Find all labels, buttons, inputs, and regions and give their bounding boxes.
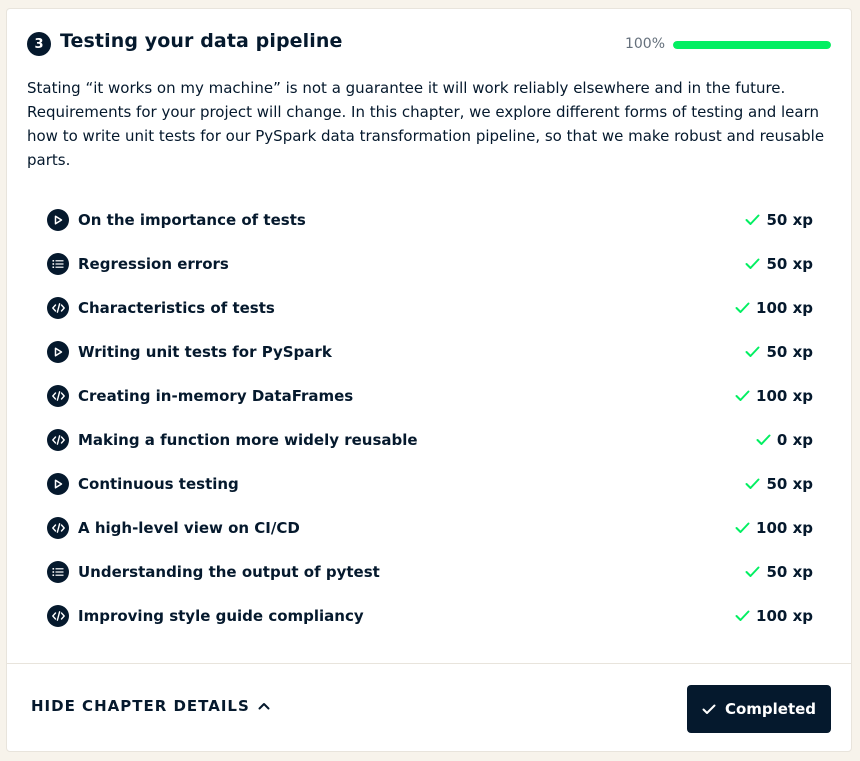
code-icon <box>47 605 69 627</box>
xp-value: 0 xp <box>776 431 813 449</box>
exercise-title: Continuous testing <box>78 475 239 493</box>
chevron-up-icon <box>258 702 270 710</box>
xp-value: 100 xp <box>756 519 813 537</box>
check-icon <box>745 566 760 578</box>
exercise-title: Improving style guide compliancy <box>78 607 364 625</box>
exercise-xp: 0 xp <box>756 418 813 462</box>
check-icon <box>735 390 750 402</box>
exercise-xp: 100 xp <box>735 374 813 418</box>
exercise-xp: 50 xp <box>745 198 813 242</box>
exercise-xp: 100 xp <box>735 594 813 638</box>
progress-percent: 100% <box>624 36 665 52</box>
exercise-xp: 100 xp <box>735 506 813 550</box>
xp-value: 100 xp <box>756 299 813 317</box>
exercise-title: Regression errors <box>78 255 229 273</box>
chapter-description: Stating “it works on my machine” is not … <box>27 79 825 169</box>
check-icon <box>735 610 750 622</box>
chapter-header: 3 Testing your data pipeline 100% <box>27 29 831 59</box>
check-icon <box>745 346 760 358</box>
chapter-card: 3 Testing your data pipeline 100% Statin… <box>6 8 852 752</box>
exercise-title: Characteristics of tests <box>78 299 275 317</box>
exercise-xp: 50 xp <box>745 242 813 286</box>
exercise-item[interactable]: Making a function more widely reusable 0 … <box>47 418 813 462</box>
play-icon <box>47 209 69 231</box>
exercise-item[interactable]: Continuous testing 50 xp <box>47 462 813 506</box>
hide-chapter-details-label: HIDE CHAPTER DETAILS <box>31 697 250 715</box>
check-icon <box>745 214 760 226</box>
check-icon <box>735 302 750 314</box>
exercise-item[interactable]: Creating in-memory DataFrames 100 xp <box>47 374 813 418</box>
exercise-item[interactable]: A high-level view on CI/CD 100 xp <box>47 506 813 550</box>
play-icon <box>47 341 69 363</box>
xp-value: 50 xp <box>766 343 813 361</box>
completed-button[interactable]: Completed <box>687 685 831 733</box>
xp-value: 50 xp <box>766 563 813 581</box>
exercise-item[interactable]: Improving style guide compliancy 100 xp <box>47 594 813 638</box>
code-icon <box>47 297 69 319</box>
progress-bar <box>673 41 831 49</box>
xp-value: 50 xp <box>766 255 813 273</box>
check-icon <box>745 478 760 490</box>
exercise-item[interactable]: Understanding the output of pytest 50 xp <box>47 550 813 594</box>
exercise-xp: 50 xp <box>745 550 813 594</box>
chapter-title: Testing your data pipeline <box>60 30 343 52</box>
exercise-title: Writing unit tests for PySpark <box>78 343 332 361</box>
xp-value: 100 xp <box>756 607 813 625</box>
code-icon <box>47 385 69 407</box>
exercise-title: Creating in-memory DataFrames <box>78 387 354 405</box>
exercise-title: Understanding the output of pytest <box>78 563 380 581</box>
code-icon <box>47 429 69 451</box>
exercise-item[interactable]: Characteristics of tests 100 xp <box>47 286 813 330</box>
exercise-title: On the importance of tests <box>78 211 306 229</box>
xp-value: 50 xp <box>766 475 813 493</box>
list-icon <box>47 253 69 275</box>
divider <box>7 663 851 664</box>
check-icon <box>702 704 716 715</box>
exercise-xp: 100 xp <box>735 286 813 330</box>
check-icon <box>735 522 750 534</box>
exercise-title: Making a function more widely reusable <box>78 431 418 449</box>
xp-value: 100 xp <box>756 387 813 405</box>
code-icon <box>47 517 69 539</box>
xp-value: 50 xp <box>766 211 813 229</box>
check-icon <box>745 258 760 270</box>
exercise-xp: 50 xp <box>745 462 813 506</box>
completed-label: Completed <box>724 700 817 718</box>
exercise-title: A high-level view on CI/CD <box>78 519 300 537</box>
check-icon <box>756 434 771 446</box>
hide-chapter-details-button[interactable]: HIDE CHAPTER DETAILS <box>31 697 270 715</box>
exercise-item[interactable]: On the importance of tests 50 xp <box>47 198 813 242</box>
exercise-xp: 50 xp <box>745 330 813 374</box>
exercise-item[interactable]: Writing unit tests for PySpark 50 xp <box>47 330 813 374</box>
exercise-item[interactable]: Regression errors 50 xp <box>47 242 813 286</box>
chapter-number-badge: 3 <box>27 32 51 56</box>
exercise-list: On the importance of tests 50 xp Regressio… <box>47 198 813 638</box>
progress-bar-fill <box>673 41 831 49</box>
play-icon <box>47 473 69 495</box>
list-icon <box>47 561 69 583</box>
